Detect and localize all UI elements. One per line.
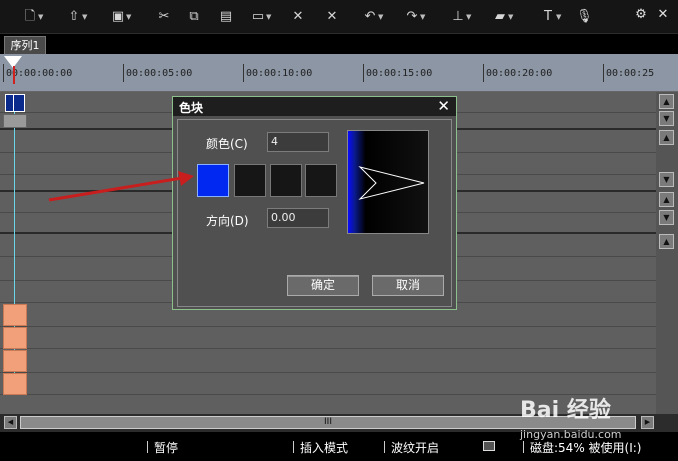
color-swatch-3[interactable] (270, 164, 302, 197)
ok-button[interactable]: 确定 (287, 275, 359, 296)
scroll-down-icon[interactable]: ▼ (659, 172, 674, 187)
color-swatch-2[interactable] (234, 164, 266, 197)
color-label: 颜色(C) (206, 137, 248, 151)
audio-clip[interactable] (3, 304, 27, 326)
ruler-tick: 00:00:00:00 (2, 64, 73, 82)
scroll-up-icon[interactable]: ▲ (659, 130, 674, 145)
cancel-button[interactable]: 取消 (372, 275, 444, 296)
audio-clip[interactable] (3, 350, 27, 372)
split-icon[interactable]: ✕ (290, 8, 306, 26)
status-ripple[interactable]: 波纹开启 (383, 439, 439, 456)
close-icon[interactable]: ✕ (437, 97, 450, 115)
close-icon[interactable]: ✕ (654, 6, 672, 24)
ruler-tick: 00:00:25 (602, 64, 655, 82)
ruler-tick: 00:00:05:00 (122, 64, 193, 82)
track-divider (0, 348, 656, 349)
scroll-down-icon[interactable]: ▼ (659, 111, 674, 126)
undo-icon[interactable]: ↶ ▼ (362, 8, 384, 26)
clip-placeholder[interactable] (3, 114, 27, 128)
paste-icon[interactable]: ▤ (218, 8, 234, 26)
settings-icon[interactable]: ⚙ (632, 6, 650, 24)
playhead-line (13, 66, 15, 84)
delete-icon[interactable]: ✕ (324, 8, 340, 26)
main-toolbar: 🗋 ▼ ⇧ ▼ ▣ ▼ ✂ ⧉ ▤ ▭ ▼ ✕ ✕ ↶ ▼ ↷ ▼ ⊥ ▼ ▰ ▼ T ▼ 🎙 ⚙… (0, 0, 678, 34)
link-icon[interactable]: ▭ ▼ (250, 8, 272, 26)
audio-clip[interactable] (3, 373, 27, 395)
track-scroll-column: ▲ ▼ ▲ ▼ ▲ ▼ ▲ (656, 92, 678, 414)
timeline-ruler[interactable]: 00:00:00:00 00:00:05:00 00:00:10:00 00:0… (0, 54, 678, 92)
dialog-title: 色块 (179, 101, 204, 115)
direction-arrow-icon (358, 166, 425, 200)
audio-clip[interactable] (3, 327, 27, 349)
status-pause: 暂停 (146, 441, 179, 455)
horizontal-scrollbar[interactable]: ◀ III ▶ (0, 414, 678, 432)
color-swatch-1[interactable] (197, 164, 229, 197)
scroll-down-icon[interactable]: ▼ (659, 210, 674, 225)
ruler-tick: 00:00:15:00 (362, 64, 433, 82)
monitor-icon[interactable] (483, 441, 495, 451)
text-icon[interactable]: T ▼ (540, 8, 561, 26)
color-swatch-4[interactable] (305, 164, 337, 197)
mic-icon[interactable]: 🎙 (576, 8, 593, 26)
ruler-tick: 00:00:10:00 (242, 64, 313, 82)
marker-icon[interactable]: ⊥ ▼ (450, 8, 471, 26)
scroll-up-icon[interactable]: ▲ (659, 192, 674, 207)
sequence-tab-bar: 序列1 (0, 34, 678, 54)
scroll-up-icon[interactable]: ▲ (659, 234, 674, 249)
color-matte-clip[interactable] (5, 94, 25, 112)
status-insert-mode[interactable]: 插入模式 (292, 439, 348, 456)
gradient-preview[interactable] (347, 130, 429, 234)
tab-sequence1[interactable]: 序列1 (4, 36, 46, 54)
scroll-up-icon[interactable]: ▲ (659, 94, 674, 109)
color-matte-dialog: 色块 ✕ 颜色(C) 4 方向(D) 0.00 确定 取消 (172, 96, 457, 310)
storyboard-icon[interactable]: ▰ ▼ (492, 8, 513, 26)
new-icon[interactable]: 🗋 ▼ (22, 8, 44, 26)
scroll-right-icon[interactable]: ▶ (641, 416, 654, 429)
dialog-body: 颜色(C) 4 方向(D) 0.00 确定 取消 (177, 119, 452, 307)
status-bar: 暂停 插入模式 波纹开启 磁盘:54% 被使用(I:) (0, 432, 678, 461)
copy-icon[interactable]: ⧉ (186, 8, 202, 26)
cut-icon[interactable]: ✂ (156, 8, 172, 26)
direction-label: 方向(D) (206, 214, 249, 228)
scroll-thumb[interactable]: III (20, 416, 636, 429)
save-icon[interactable]: ▣ ▼ (110, 8, 132, 26)
track-divider (0, 394, 656, 395)
status-disk: 磁盘:54% 被使用(I:) (522, 441, 642, 455)
ruler-tick: 00:00:20:00 (482, 64, 553, 82)
direction-field[interactable]: 0.00 (267, 208, 329, 228)
color-count-field[interactable]: 4 (267, 132, 329, 152)
redo-icon[interactable]: ↷ ▼ (404, 8, 426, 26)
open-icon[interactable]: ⇧ ▼ (66, 8, 88, 26)
dialog-title-bar[interactable]: 色块 ✕ (173, 97, 456, 116)
track-divider (0, 372, 656, 373)
track-divider (0, 326, 656, 327)
scroll-left-icon[interactable]: ◀ (4, 416, 17, 429)
